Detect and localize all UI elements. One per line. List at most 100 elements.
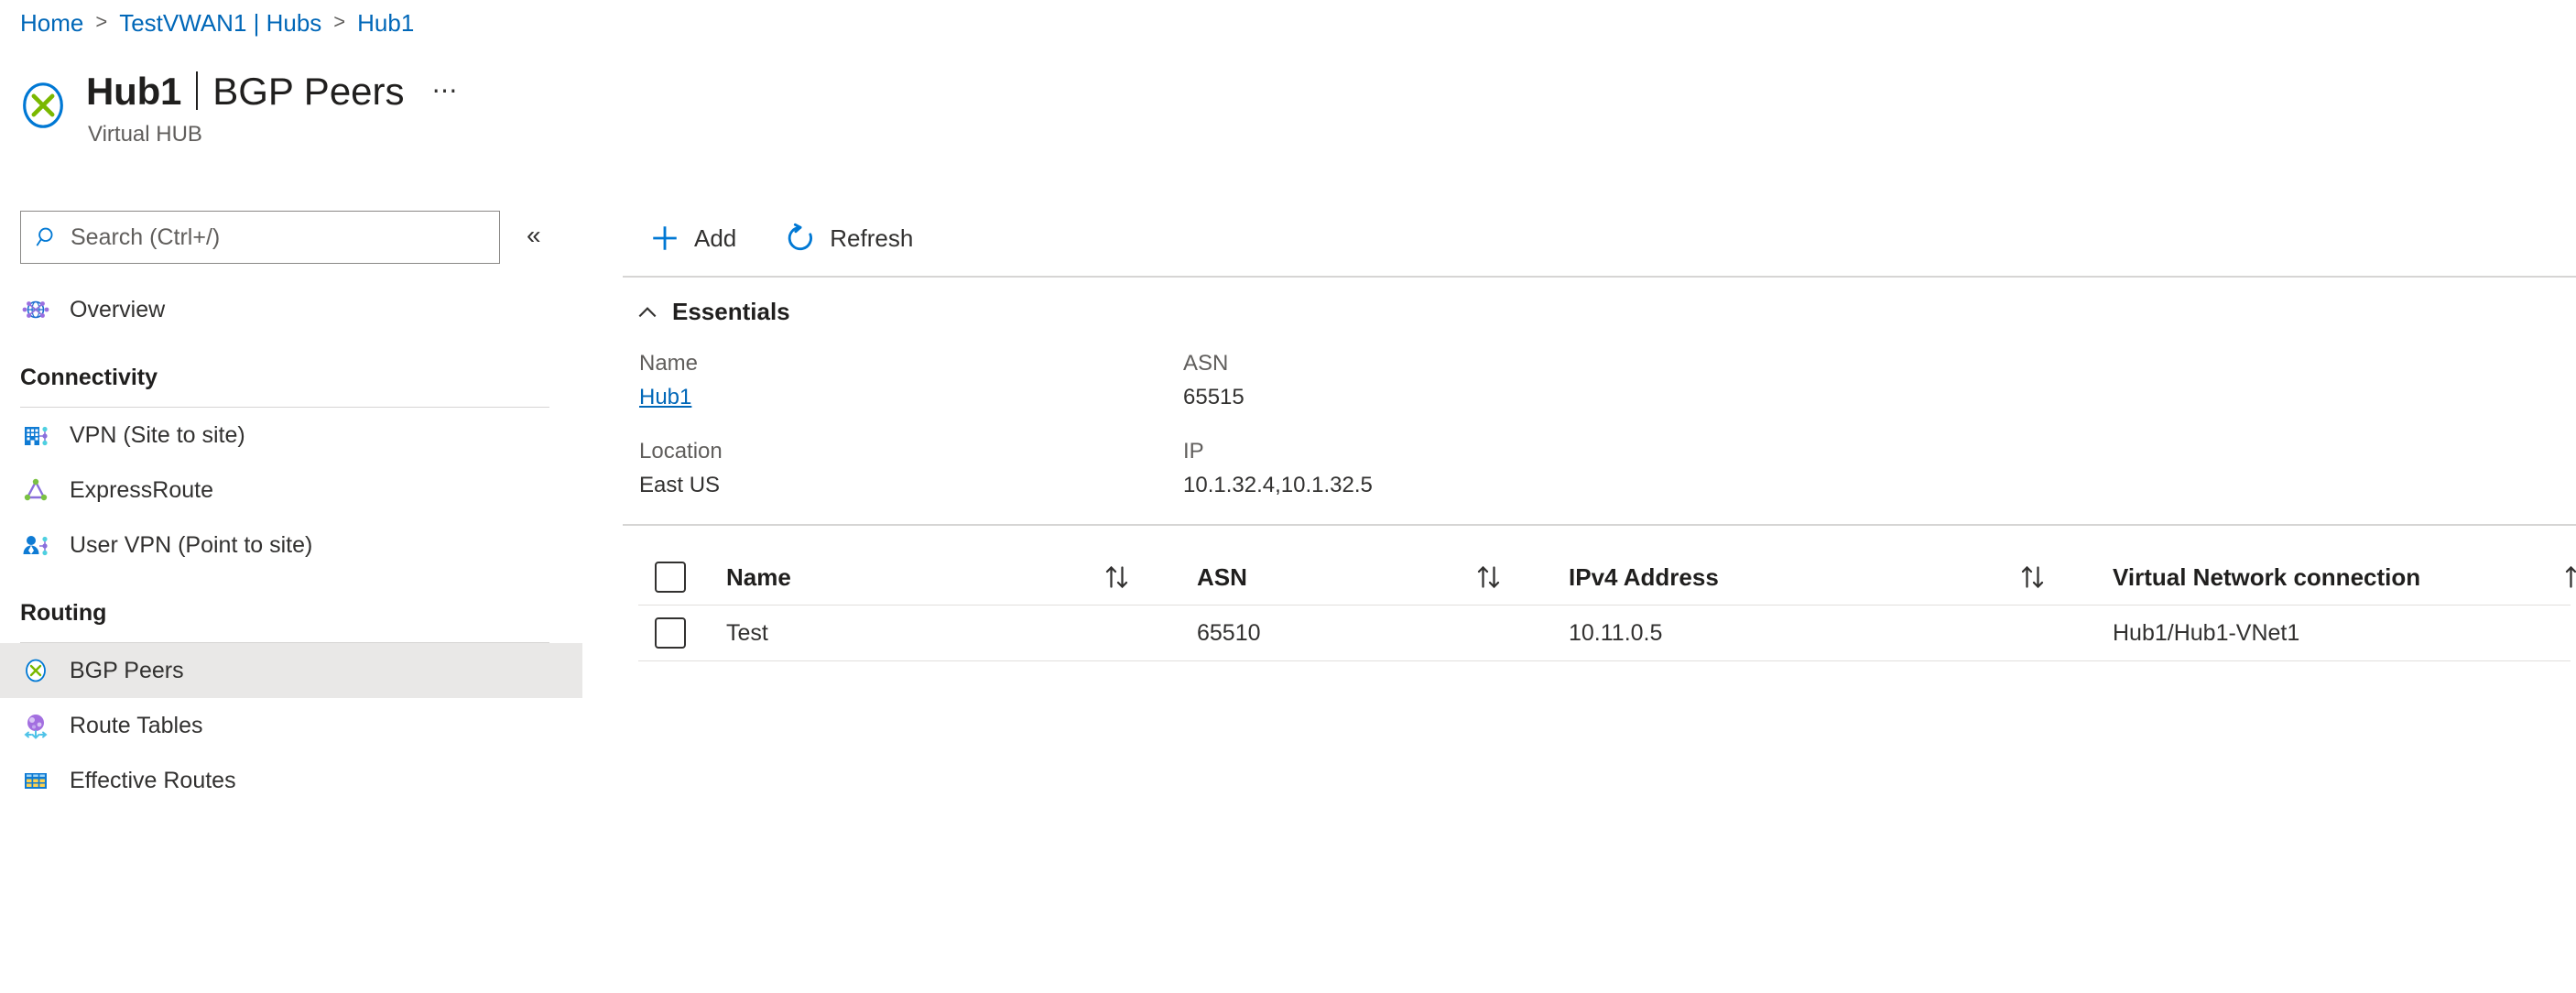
column-header-label: IPv4 Address xyxy=(1569,563,1719,591)
sidebar-group-title: Routing xyxy=(20,600,107,626)
main-content: Add Refresh Essentials Name Hub1 ASN 655… xyxy=(623,206,2576,661)
table-row[interactable]: Test 65510 10.11.0.5 Hub1/Hub1-VNet1 ••• xyxy=(638,605,2571,661)
sidebar-item-label: Route Tables xyxy=(70,713,203,738)
cell-value: Test xyxy=(726,620,768,646)
breadcrumb-item-home[interactable]: Home xyxy=(20,7,83,38)
select-all-checkbox[interactable] xyxy=(655,562,686,593)
sidebar-nav-list: Overview Connectivity VPN (Site to site)… xyxy=(0,282,586,808)
cell-asn: 65510 xyxy=(1197,619,1473,647)
sidebar-item-vpn-site-to-site[interactable]: VPN (Site to site) xyxy=(0,408,582,463)
plus-icon xyxy=(648,222,681,255)
bgp-peers-table: Name ASN IPv4 Address Virtual Network co… xyxy=(638,550,2576,661)
essentials-field-ip: IP 10.1.32.4,10.1.32.5 xyxy=(1183,438,2576,500)
sidebar-item-label: VPN (Site to site) xyxy=(70,422,245,448)
chevron-up-icon xyxy=(636,300,659,324)
breadcrumb-item-hub1[interactable]: Hub1 xyxy=(357,7,414,38)
sidebar-item-route-tables[interactable]: Route Tables xyxy=(0,698,582,753)
essentials-field-name: Name Hub1 xyxy=(639,350,1183,412)
cell-ipv4-address: 10.11.0.5 xyxy=(1569,619,2017,647)
sidebar-item-label: Overview xyxy=(70,297,166,322)
breadcrumb-separator-icon: > xyxy=(95,10,108,33)
sidebar-item-effective-routes[interactable]: Effective Routes xyxy=(0,753,582,808)
vpn-site-to-site-icon xyxy=(20,420,51,451)
essentials-field-value: 10.1.32.4,10.1.32.5 xyxy=(1183,473,1373,497)
sidebar-item-bgp-peers[interactable]: BGP Peers xyxy=(0,643,582,698)
sidebar: « xyxy=(0,211,586,808)
page-section-title: BGP Peers xyxy=(212,70,405,113)
more-commands-button[interactable]: ⋯ xyxy=(432,75,462,105)
cell-value: 10.11.0.5 xyxy=(1569,620,1663,646)
column-header-name[interactable]: Name xyxy=(726,563,1102,591)
essentials-field-value: 65515 xyxy=(1183,385,1245,409)
sort-button-asn[interactable] xyxy=(1473,563,1569,591)
column-header-label: ASN xyxy=(1197,563,1247,591)
essentials-toggle[interactable]: Essentials xyxy=(636,298,2576,326)
essentials-field-value-link[interactable]: Hub1 xyxy=(639,383,691,412)
essentials-grid: Name Hub1 ASN 65515 Location East US IP … xyxy=(639,350,2576,500)
page-header: Hub1 BGP Peers ⋯ Virtual HUB xyxy=(16,66,462,148)
sort-arrows-icon xyxy=(2561,563,2576,591)
essentials-field-label: IP xyxy=(1183,439,1204,464)
sidebar-group-routing: Routing xyxy=(0,598,549,643)
sidebar-item-label: User VPN (Point to site) xyxy=(70,532,313,558)
sort-arrows-icon xyxy=(2017,563,2050,591)
command-bar-divider xyxy=(623,276,2576,278)
bgp-peer-icon xyxy=(16,79,70,132)
cell-value: Hub1/Hub1-VNet1 xyxy=(2113,620,2300,646)
sort-button-name[interactable] xyxy=(1102,563,1197,591)
sidebar-group-connectivity: Connectivity xyxy=(0,363,549,408)
refresh-button-label: Refresh xyxy=(830,224,914,252)
sort-arrows-icon xyxy=(1473,563,1506,591)
breadcrumb-separator-icon: > xyxy=(333,10,346,33)
search-icon xyxy=(36,225,60,249)
refresh-icon xyxy=(784,222,817,255)
route-tables-icon xyxy=(20,710,51,741)
azure-portal-page: Home > TestVWAN1 | Hubs > Hub1 Hub1 BGP … xyxy=(0,0,2576,993)
table-header-row: Name ASN IPv4 Address Virtual Network co… xyxy=(638,550,2576,605)
column-header-ipv4-address[interactable]: IPv4 Address xyxy=(1569,563,2017,591)
command-bar: Add Refresh xyxy=(623,206,2576,270)
column-header-label: Name xyxy=(726,563,791,591)
row-select-cell xyxy=(638,617,726,649)
row-checkbox[interactable] xyxy=(655,617,686,649)
essentials-field-location: Location East US xyxy=(639,438,1183,500)
sort-arrows-icon xyxy=(1102,563,1135,591)
cell-virtual-network-connection: Hub1/Hub1-VNet1 xyxy=(2113,619,2561,647)
sidebar-item-label: ExpressRoute xyxy=(70,477,214,503)
bgp-peer-icon xyxy=(20,655,51,686)
breadcrumb: Home > TestVWAN1 | Hubs > Hub1 xyxy=(20,7,414,38)
user-vpn-icon xyxy=(20,529,51,561)
column-header-label: Virtual Network connection xyxy=(2113,563,2421,591)
essentials-field-label: ASN xyxy=(1183,351,1229,376)
search-box[interactable] xyxy=(20,211,500,264)
sidebar-search-row: « xyxy=(0,211,586,266)
select-all-cell xyxy=(638,562,726,593)
search-input[interactable] xyxy=(71,224,473,251)
page-title: Hub1 xyxy=(86,70,182,113)
sort-button-ipv4-address[interactable] xyxy=(2017,563,2113,591)
essentials-field-label: Location xyxy=(639,439,723,464)
refresh-button[interactable]: Refresh xyxy=(777,214,920,262)
effective-routes-icon xyxy=(20,765,51,796)
essentials-field-asn: ASN 65515 xyxy=(1183,350,2576,412)
cell-value: 65510 xyxy=(1197,620,1261,646)
collapse-sidebar-button[interactable]: « xyxy=(527,222,541,249)
breadcrumb-item-testvwan1-hubs[interactable]: TestVWAN1 | Hubs xyxy=(119,7,321,38)
sort-button-virtual-network-connection[interactable] xyxy=(2561,563,2576,591)
essentials-divider xyxy=(623,524,2576,526)
sidebar-item-expressroute[interactable]: ExpressRoute xyxy=(0,463,582,518)
cell-name: Test xyxy=(726,619,1102,647)
essentials-field-value: East US xyxy=(639,473,721,497)
sidebar-item-overview[interactable]: Overview xyxy=(0,282,582,337)
column-header-asn[interactable]: ASN xyxy=(1197,563,1473,591)
add-button[interactable]: Add xyxy=(641,214,744,262)
column-header-virtual-network-connection[interactable]: Virtual Network connection xyxy=(2113,563,2561,591)
essentials-field-label: Name xyxy=(639,351,699,376)
sidebar-item-user-vpn-point-to-site[interactable]: User VPN (Point to site) xyxy=(0,518,582,573)
sidebar-group-title: Connectivity xyxy=(20,365,158,390)
add-button-label: Add xyxy=(694,224,737,252)
title-divider xyxy=(196,71,199,110)
sidebar-item-label: Effective Routes xyxy=(70,768,236,793)
expressroute-icon xyxy=(20,475,51,506)
sidebar-item-label: BGP Peers xyxy=(70,658,184,683)
